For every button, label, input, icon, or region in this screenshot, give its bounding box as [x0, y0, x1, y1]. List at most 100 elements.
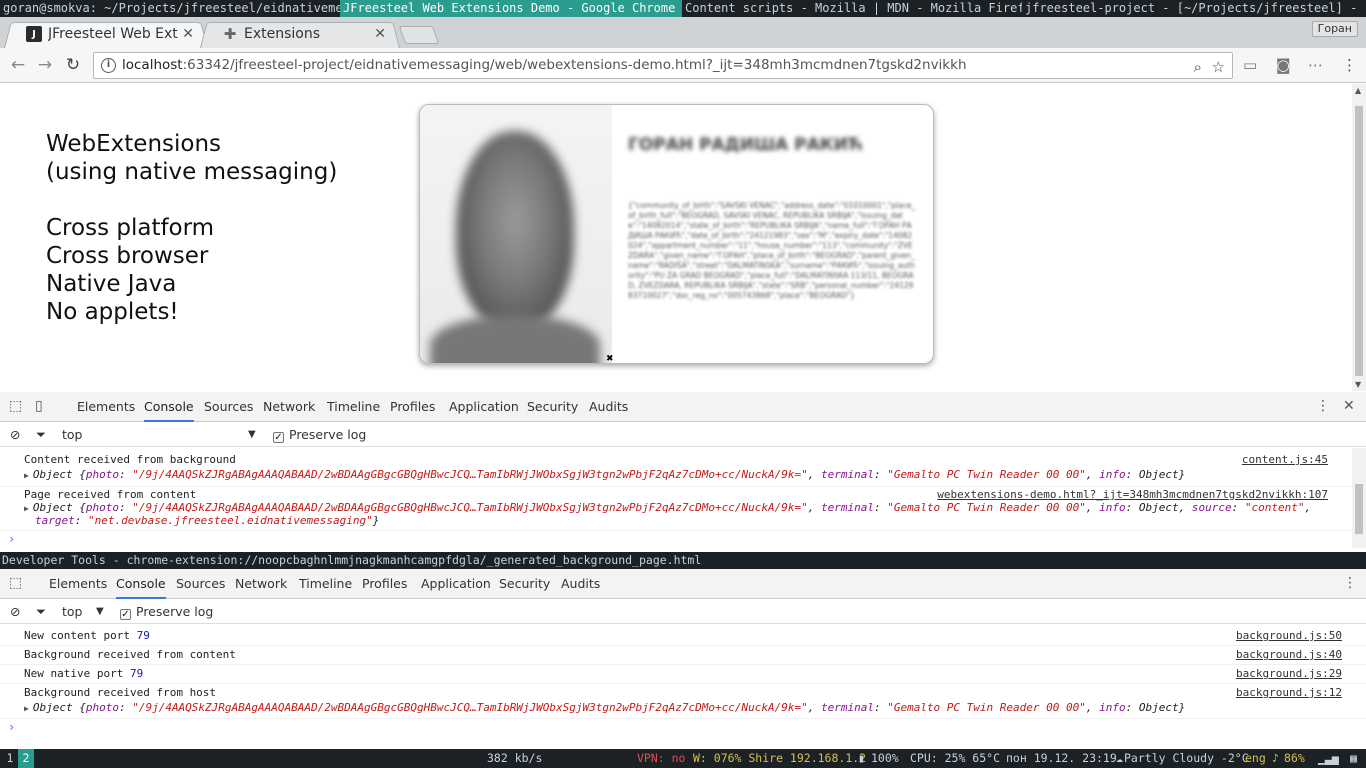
- filter-icon[interactable]: ⏷: [36, 604, 46, 620]
- preserve-log-checkbox[interactable]: ✓ Preserve log: [120, 604, 213, 620]
- hero-line: WebExtensions: [46, 131, 222, 157]
- profile-button[interactable]: Горан: [1311, 21, 1358, 37]
- devtools-tab-network[interactable]: Network: [263, 392, 315, 422]
- reload-icon[interactable]: ↻: [62, 55, 84, 75]
- console-filter-bar-2: ⊘ ⏷ top ▼ ✓ Preserve log: [0, 599, 1366, 624]
- devtools-close-icon[interactable]: ✕: [1343, 398, 1355, 414]
- log-entry: Page received from content webextensions…: [24, 488, 1328, 501]
- devtools-tab-application[interactable]: Application: [421, 569, 491, 599]
- hero-line: Cross platform: [46, 215, 215, 241]
- log-source-link[interactable]: background.js:50: [1236, 629, 1342, 642]
- chevron-down-icon[interactable]: ▼: [248, 429, 256, 440]
- devtools-tab-audits[interactable]: Audits: [589, 392, 628, 422]
- devtools-tab-audits[interactable]: Audits: [561, 569, 600, 599]
- address-bar[interactable]: i localhost:63342/jfreesteel-project/eid…: [93, 52, 1233, 79]
- date-time: пон 19.12. 23:19: [1006, 751, 1117, 765]
- hero-line: No applets!: [46, 299, 179, 325]
- forward-arrow-icon[interactable]: →: [34, 55, 56, 75]
- console-prompt[interactable]: ›: [8, 720, 15, 734]
- devtools-tab-elements[interactable]: Elements: [77, 392, 135, 422]
- devtools-tab-console[interactable]: Console: [144, 392, 194, 422]
- log-source-link[interactable]: background.js:29: [1236, 667, 1342, 680]
- tray-icon[interactable]: ▦: [1350, 749, 1357, 768]
- devtools-tab-network[interactable]: Network: [235, 569, 287, 599]
- cast-icon[interactable]: ▭: [1243, 56, 1257, 74]
- chevron-down-icon[interactable]: ▼: [96, 606, 104, 617]
- tab-close-icon[interactable]: ✕: [182, 26, 194, 42]
- devtools-tab-timeline[interactable]: Timeline: [299, 569, 352, 599]
- devtools-tab-sources[interactable]: Sources: [204, 392, 253, 422]
- log-source-link[interactable]: background.js:12: [1236, 686, 1342, 699]
- browser-toolbar: ← → ↻ i localhost:63342/jfreesteel-proje…: [0, 48, 1366, 83]
- zoom-icon[interactable]: ⌕: [1194, 55, 1202, 78]
- wm-window-firefox[interactable]: Content scripts - Mozilla | MDN - Mozill…: [682, 0, 1022, 17]
- camera-icon[interactable]: ◙: [1276, 56, 1291, 74]
- devtools-menu-icon[interactable]: ⋮: [1343, 575, 1357, 591]
- card-json-data: {"community_of_birth":"SAVSKI VENAC","ad…: [628, 201, 916, 300]
- devtools-tab-elements[interactable]: Elements: [49, 569, 107, 599]
- menu-kebab-icon[interactable]: ⋮: [1342, 56, 1357, 74]
- bookmark-star-icon[interactable]: ☆: [1212, 55, 1225, 78]
- inspect-element-icon[interactable]: ⬚: [9, 575, 22, 591]
- devtools-toolbar: ⬚ ▯ Elements Console Sources Network Tim…: [0, 392, 1366, 422]
- id-card: ✖ ГОРАН РАДИША РАКИЋ {"community_of_birt…: [419, 104, 934, 364]
- inspect-element-icon[interactable]: ⬚: [9, 398, 22, 414]
- wm-window-terminal[interactable]: goran@smokva: ~/Projects/jfreesteel/eidn…: [0, 0, 340, 17]
- volume-icon: ♪: [1272, 751, 1279, 765]
- context-select[interactable]: top: [62, 427, 82, 442]
- close-icon[interactable]: ✖: [606, 354, 614, 363]
- clear-console-icon[interactable]: ⊘: [10, 604, 20, 619]
- device-toolbar-icon[interactable]: ▯: [35, 398, 43, 414]
- log-source-link[interactable]: webextensions-demo.html?_ijt=348mh3mcmdn…: [937, 488, 1328, 501]
- page-scrollbar[interactable]: ▲ ▼: [1352, 84, 1366, 391]
- log-entry: Content received from background content…: [24, 453, 1328, 466]
- console-prompt[interactable]: ›: [8, 532, 15, 546]
- clear-console-icon[interactable]: ⊘: [10, 427, 20, 442]
- devtools-tab-security[interactable]: Security: [527, 392, 578, 422]
- devtools-menu-icon[interactable]: ⋮: [1316, 398, 1330, 414]
- devtools-tab-security[interactable]: Security: [499, 569, 550, 599]
- devtools-tab-timeline[interactable]: Timeline: [327, 392, 380, 422]
- new-tab-button[interactable]: [398, 26, 440, 44]
- volume-status[interactable]: 86%: [1284, 749, 1305, 768]
- object-preview[interactable]: ▶ Object {photo: "/9j/4AAQSkZJRgABAgAAAQA…: [24, 701, 1185, 714]
- log-source-link[interactable]: background.js:40: [1236, 648, 1342, 661]
- log-source-link[interactable]: content.js:45: [1242, 453, 1328, 466]
- wm-window-chrome[interactable]: JFreesteel Web Extensions Demo - Google …: [340, 0, 682, 17]
- cpu-status: CPU: 25% 65°C: [910, 751, 1001, 765]
- devtools-toolbar-2: ⬚ Elements Console Sources Network Timel…: [0, 569, 1366, 599]
- signal-icon: ▁▃▅: [1318, 751, 1339, 765]
- filter-icon[interactable]: ⏷: [36, 427, 46, 443]
- devtools-tab-profiles[interactable]: Profiles: [390, 392, 435, 422]
- tab-jfreesteel[interactable]: J JFreesteel Web Ext ✕: [4, 20, 208, 48]
- preserve-log-checkbox[interactable]: ✓ Preserve log: [273, 427, 366, 443]
- id-photo: [420, 105, 612, 363]
- extension-icon[interactable]: ⋯: [1308, 56, 1323, 74]
- devtools-tab-console[interactable]: Console: [116, 569, 166, 599]
- object-preview[interactable]: ▶ Object {photo: "/9j/4AAQSkZJRgABAgAAAQA…: [24, 468, 1185, 481]
- log-entry: Background received from host background…: [24, 686, 1342, 699]
- devtools-tab-sources[interactable]: Sources: [176, 569, 225, 599]
- console-filter-bar: ⊘ ⏷ top ▼ ✓ Preserve log: [0, 422, 1366, 447]
- weather-status: Partly Cloudy -2°C: [1124, 751, 1249, 765]
- hero-line: (using native messaging): [46, 159, 338, 185]
- devtools-tab-profiles[interactable]: Profiles: [362, 569, 407, 599]
- back-arrow-icon[interactable]: ←: [7, 55, 29, 75]
- workspace-2[interactable]: 2: [18, 749, 34, 768]
- log-entry: New content port 79 background.js:50: [24, 629, 1342, 642]
- console-scrollbar[interactable]: [1352, 448, 1366, 548]
- wm-window-ide[interactable]: jfreesteel-project - [~/Projects/jfreest…: [1022, 0, 1366, 17]
- object-preview[interactable]: ▶ Object {photo: "/9j/4AAQSkZJRgABAgAAAQA…: [24, 501, 1311, 514]
- devtools-window-title: Developer Tools - chrome-extension://noo…: [0, 552, 1366, 569]
- expand-triangle-icon: ▶: [24, 504, 29, 513]
- tab-title: JFreesteel Web Ext: [48, 26, 178, 42]
- web-page: WebExtensions (using native messaging) C…: [0, 84, 1352, 391]
- tab-close-icon[interactable]: ✕: [374, 26, 386, 42]
- workspace-1[interactable]: 1: [2, 749, 18, 768]
- tab-extensions[interactable]: ✚ Extensions ✕: [200, 20, 400, 48]
- object-preview-continued: target: "net.devbase.jfreesteel.eidnativ…: [35, 514, 380, 527]
- keyboard-layout[interactable]: eng: [1245, 749, 1266, 768]
- devtools-tab-application[interactable]: Application: [449, 392, 519, 422]
- info-icon[interactable]: i: [101, 58, 116, 73]
- context-select[interactable]: top: [62, 604, 82, 619]
